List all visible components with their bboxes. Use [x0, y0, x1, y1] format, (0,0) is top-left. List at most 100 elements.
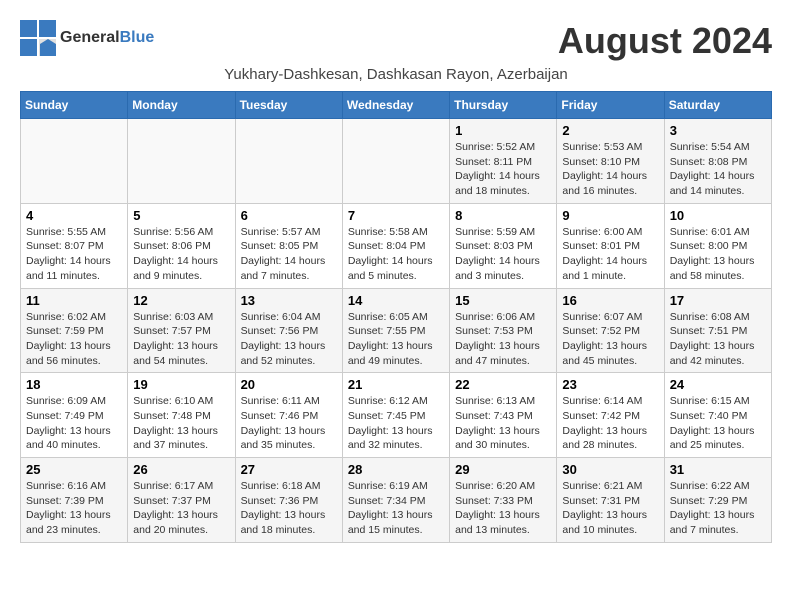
calendar-table: Sunday Monday Tuesday Wednesday Thursday… — [20, 91, 772, 543]
day-info: Sunrise: 6:20 AM Sunset: 7:33 PM Dayligh… — [455, 479, 551, 538]
day-number: 19 — [133, 377, 229, 392]
day-number: 20 — [241, 377, 337, 392]
calendar-cell-1-0: 4 Sunrise: 5:55 AM Sunset: 8:07 PM Daylig… — [21, 203, 128, 288]
day-info: Sunrise: 6:12 AM Sunset: 7:45 PM Dayligh… — [348, 394, 444, 453]
calendar-cell-3-5: 23 Sunrise: 6:14 AM Sunset: 7:42 PM Dayli… — [557, 373, 664, 458]
day-info: Sunrise: 6:07 AM Sunset: 7:52 PM Dayligh… — [562, 310, 658, 369]
day-number: 30 — [562, 462, 658, 477]
day-info: Sunrise: 6:11 AM Sunset: 7:46 PM Dayligh… — [241, 394, 337, 453]
day-number: 2 — [562, 123, 658, 138]
day-info: Sunrise: 6:18 AM Sunset: 7:36 PM Dayligh… — [241, 479, 337, 538]
calendar-cell-2-1: 12 Sunrise: 6:03 AM Sunset: 7:57 PM Dayli… — [128, 288, 235, 373]
header-friday: Friday — [557, 92, 664, 119]
calendar-cell-1-3: 7 Sunrise: 5:58 AM Sunset: 8:04 PM Daylig… — [342, 203, 449, 288]
calendar-cell-3-4: 22 Sunrise: 6:13 AM Sunset: 7:43 PM Dayli… — [450, 373, 557, 458]
day-number: 23 — [562, 377, 658, 392]
header-wednesday: Wednesday — [342, 92, 449, 119]
week-row-3: 11 Sunrise: 6:02 AM Sunset: 7:59 PM Dayli… — [21, 288, 772, 373]
day-number: 25 — [26, 462, 122, 477]
day-info: Sunrise: 6:16 AM Sunset: 7:39 PM Dayligh… — [26, 479, 122, 538]
day-number: 13 — [241, 293, 337, 308]
day-number: 4 — [26, 208, 122, 223]
day-number: 28 — [348, 462, 444, 477]
header-thursday: Thursday — [450, 92, 557, 119]
day-number: 24 — [670, 377, 766, 392]
calendar-body: 1 Sunrise: 5:52 AM Sunset: 8:11 PM Daylig… — [21, 119, 772, 543]
day-number: 18 — [26, 377, 122, 392]
calendar-cell-4-1: 26Sunrise: 6:17 AM Sunset: 7:37 PM Dayli… — [128, 458, 235, 543]
day-number: 15 — [455, 293, 551, 308]
calendar-cell-4-2: 27 Sunrise: 6:18 AM Sunset: 7:36 PM Dayli… — [235, 458, 342, 543]
week-row-5: 25 Sunrise: 6:16 AM Sunset: 7:39 PM Dayli… — [21, 458, 772, 543]
day-info: Sunrise: 6:08 AM Sunset: 7:51 PM Dayligh… — [670, 310, 766, 369]
calendar-cell-4-0: 25 Sunrise: 6:16 AM Sunset: 7:39 PM Dayli… — [21, 458, 128, 543]
day-number: 27 — [241, 462, 337, 477]
day-info: Sunrise: 6:22 AM Sunset: 7:29 PM Dayligh… — [670, 479, 766, 538]
calendar-cell-0-1 — [128, 119, 235, 204]
day-info: Sunrise: 6:14 AM Sunset: 7:42 PM Dayligh… — [562, 394, 658, 453]
calendar-cell-0-2 — [235, 119, 342, 204]
calendar-cell-0-6: 3Sunrise: 5:54 AM Sunset: 8:08 PM Daylig… — [664, 119, 771, 204]
header-row: Sunday Monday Tuesday Wednesday Thursday… — [21, 92, 772, 119]
day-info: Sunrise: 6:05 AM Sunset: 7:55 PM Dayligh… — [348, 310, 444, 369]
logo-general: General — [60, 29, 120, 46]
calendar-cell-0-3 — [342, 119, 449, 204]
calendar-cell-1-5: 9Sunrise: 6:00 AM Sunset: 8:01 PM Daylig… — [557, 203, 664, 288]
calendar-cell-0-5: 2 Sunrise: 5:53 AM Sunset: 8:10 PM Daylig… — [557, 119, 664, 204]
header-monday: Monday — [128, 92, 235, 119]
day-info: Sunrise: 6:13 AM Sunset: 7:43 PM Dayligh… — [455, 394, 551, 453]
calendar-cell-2-5: 16Sunrise: 6:07 AM Sunset: 7:52 PM Dayli… — [557, 288, 664, 373]
calendar-cell-4-4: 29 Sunrise: 6:20 AM Sunset: 7:33 PM Dayli… — [450, 458, 557, 543]
calendar-cell-4-5: 30 Sunrise: 6:21 AM Sunset: 7:31 PM Dayli… — [557, 458, 664, 543]
month-title: August 2024 — [558, 20, 772, 62]
day-info: Sunrise: 6:02 AM Sunset: 7:59 PM Dayligh… — [26, 310, 122, 369]
day-info: Sunrise: 6:15 AM Sunset: 7:40 PM Dayligh… — [670, 394, 766, 453]
calendar-cell-4-3: 28 Sunrise: 6:19 AM Sunset: 7:34 PM Dayli… — [342, 458, 449, 543]
calendar-cell-0-0 — [21, 119, 128, 204]
day-info: Sunrise: 6:21 AM Sunset: 7:31 PM Dayligh… — [562, 479, 658, 538]
day-number: 5 — [133, 208, 229, 223]
logo-icon — [20, 20, 56, 56]
day-info: Sunrise: 6:00 AM Sunset: 8:01 PM Dayligh… — [562, 225, 658, 284]
day-info: Sunrise: 5:53 AM Sunset: 8:10 PM Dayligh… — [562, 140, 658, 199]
calendar-cell-3-3: 21 Sunrise: 6:12 AM Sunset: 7:45 PM Dayli… — [342, 373, 449, 458]
week-row-4: 18 Sunrise: 6:09 AM Sunset: 7:49 PM Dayli… — [21, 373, 772, 458]
day-number: 7 — [348, 208, 444, 223]
location-subtitle: Yukhary-Dashkesan, Dashkasan Rayon, Azer… — [20, 66, 772, 83]
day-number: 26 — [133, 462, 229, 477]
calendar-header: Sunday Monday Tuesday Wednesday Thursday… — [21, 92, 772, 119]
day-info: Sunrise: 6:09 AM Sunset: 7:49 PM Dayligh… — [26, 394, 122, 453]
day-info: Sunrise: 6:06 AM Sunset: 7:53 PM Dayligh… — [455, 310, 551, 369]
day-info: Sunrise: 5:52 AM Sunset: 8:11 PM Dayligh… — [455, 140, 551, 199]
day-info: Sunrise: 6:19 AM Sunset: 7:34 PM Dayligh… — [348, 479, 444, 538]
day-number: 21 — [348, 377, 444, 392]
calendar-cell-1-2: 6 Sunrise: 5:57 AM Sunset: 8:05 PM Daylig… — [235, 203, 342, 288]
calendar-cell-3-0: 18 Sunrise: 6:09 AM Sunset: 7:49 PM Dayli… — [21, 373, 128, 458]
logo: GeneralBlue — [20, 20, 154, 56]
day-number: 1 — [455, 123, 551, 138]
day-info: Sunrise: 6:04 AM Sunset: 7:56 PM Dayligh… — [241, 310, 337, 369]
day-info: Sunrise: 6:03 AM Sunset: 7:57 PM Dayligh… — [133, 310, 229, 369]
day-number: 22 — [455, 377, 551, 392]
day-number: 14 — [348, 293, 444, 308]
day-info: Sunrise: 5:58 AM Sunset: 8:04 PM Dayligh… — [348, 225, 444, 284]
header-tuesday: Tuesday — [235, 92, 342, 119]
day-info: Sunrise: 5:57 AM Sunset: 8:05 PM Dayligh… — [241, 225, 337, 284]
day-info: Sunrise: 5:54 AM Sunset: 8:08 PM Dayligh… — [670, 140, 766, 199]
day-number: 11 — [26, 293, 122, 308]
logo-blue: Blue — [120, 29, 155, 46]
day-number: 12 — [133, 293, 229, 308]
page-header: GeneralBlue August 2024 — [20, 20, 772, 62]
calendar-cell-0-4: 1 Sunrise: 5:52 AM Sunset: 8:11 PM Daylig… — [450, 119, 557, 204]
day-info: Sunrise: 6:10 AM Sunset: 7:48 PM Dayligh… — [133, 394, 229, 453]
day-info: Sunrise: 5:55 AM Sunset: 8:07 PM Dayligh… — [26, 225, 122, 284]
day-info: Sunrise: 5:56 AM Sunset: 8:06 PM Dayligh… — [133, 225, 229, 284]
day-info: Sunrise: 5:59 AM Sunset: 8:03 PM Dayligh… — [455, 225, 551, 284]
calendar-cell-2-3: 14 Sunrise: 6:05 AM Sunset: 7:55 PM Dayli… — [342, 288, 449, 373]
day-number: 6 — [241, 208, 337, 223]
week-row-1: 1 Sunrise: 5:52 AM Sunset: 8:11 PM Daylig… — [21, 119, 772, 204]
day-number: 29 — [455, 462, 551, 477]
calendar-cell-3-1: 19 Sunrise: 6:10 AM Sunset: 7:48 PM Dayli… — [128, 373, 235, 458]
day-info: Sunrise: 6:01 AM Sunset: 8:00 PM Dayligh… — [670, 225, 766, 284]
calendar-cell-2-6: 17Sunrise: 6:08 AM Sunset: 7:51 PM Dayli… — [664, 288, 771, 373]
